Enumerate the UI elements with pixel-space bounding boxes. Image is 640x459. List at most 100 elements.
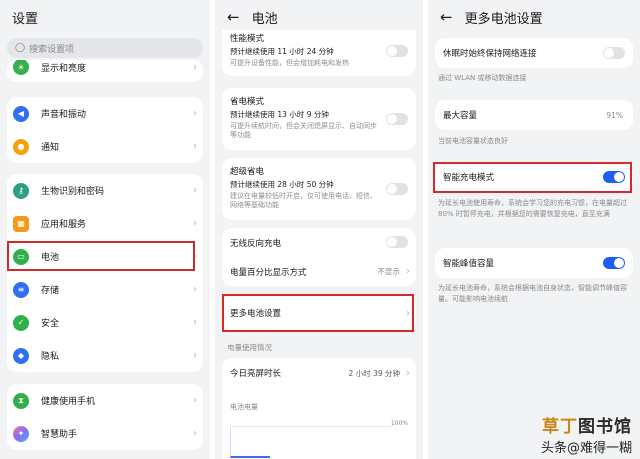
settings-panel: 设置 ◯ 搜索设置项 ☀ 显示和亮度 › ◀ 声音和振动 › ● 通知 › ⚷ … <box>0 0 210 459</box>
search-input[interactable]: ◯ 搜索设置项 <box>7 38 203 58</box>
chevron-right-icon: › <box>193 61 197 73</box>
more-battery-header: ← 更多电池设置 <box>428 0 640 34</box>
page-title: 电池 <box>251 11 278 27</box>
settings-item-label: 安全 <box>41 319 60 329</box>
performance-mode-toggle[interactable] <box>386 45 408 57</box>
smart-peak-row[interactable]: 智能峰值容量 <box>435 248 633 278</box>
settings-item-storage[interactable]: ≡ 存储 › <box>7 273 203 306</box>
settings-item-wellbeing[interactable]: ⧗ 健康使用手机 › <box>7 384 203 417</box>
chevron-right-icon: › <box>193 350 197 361</box>
setting-title: 省电模式 <box>230 97 265 107</box>
watermark-source: 头条@难得一糊 <box>540 441 632 456</box>
performance-mode-card: 性能模式 预计继续使用 11 小时 24 分钟 可提升设备性能，但会增加耗电和发… <box>222 30 416 76</box>
screen-time-value: 2 小时 39 分钟 <box>348 368 400 378</box>
sleep-network-description: 通过 WLAN 或移动数据连接 <box>438 74 527 82</box>
wireless-reverse-label: 无线反向充电 <box>230 238 282 249</box>
chevron-right-icon: › <box>193 395 197 406</box>
setting-estimate: 预计继续使用 28 小时 50 分钟 <box>230 180 334 189</box>
apps-icon: ▦ <box>13 215 29 232</box>
settings-item-notification[interactable]: ● 通知 › <box>7 130 203 163</box>
battery-percentage-row[interactable]: 电量百分比显示方式 不显示 › <box>222 257 416 286</box>
chevron-right-icon: › <box>406 266 410 277</box>
battery-percentage-label: 电量百分比显示方式 <box>230 267 307 278</box>
power-saving-card: 省电模式 预计继续使用 13 小时 9 分钟 可提升续航时间，但会关闭熄屏显示、… <box>222 88 416 150</box>
back-arrow-icon[interactable]: ← <box>440 8 453 26</box>
settings-item-privacy[interactable]: ◆ 隐私 › <box>7 339 203 372</box>
settings-item-biometrics[interactable]: ⚷ 生物识别和密码 › <box>7 174 203 207</box>
setting-estimate: 预计继续使用 11 小时 24 分钟 <box>230 47 334 56</box>
max-capacity-label: 最大容量 <box>443 111 478 121</box>
settings-item-label: 隐私 <box>41 352 60 362</box>
smart-peak-toggle[interactable] <box>603 257 625 269</box>
smart-charging-description: 为延长电池使用寿命，系统会学习您的充电习惯，在电量超过 80% 时暂停充电，并根… <box>438 199 627 218</box>
setting-description: 建议在电量较低时开启，仅可使用电话、短信、网络等基础功能 <box>230 192 377 210</box>
assistant-icon: ✦ <box>13 425 29 442</box>
setting-title: 超级省电 <box>230 167 265 177</box>
battery-highlight-box <box>7 241 195 271</box>
chevron-right-icon: › <box>193 108 197 119</box>
setting-description: 可提升设备性能，但会增加耗电和发热 <box>230 59 349 67</box>
speaker-icon: ◀ <box>13 105 29 122</box>
settings-item-label: 存储 <box>41 286 60 296</box>
smart-charging-highlight-box <box>433 162 632 193</box>
max-capacity-row: 最大容量 91% <box>435 100 633 130</box>
chevron-right-icon: › <box>193 218 197 229</box>
storage-icon: ≡ <box>13 281 29 298</box>
settings-card-health: ⧗ 健康使用手机 › ✦ 智慧助手 › <box>7 384 203 450</box>
search-placeholder: 搜索设置项 <box>29 44 75 55</box>
charging-options-card: 无线反向充电 电量百分比显示方式 不显示 › <box>222 228 416 286</box>
chevron-right-icon: › <box>193 185 197 196</box>
settings-card-display: ☀ 显示和亮度 › <box>7 60 203 82</box>
more-battery-panel: ← 更多电池设置 休眠时始终保持网络连接 通过 WLAN 或移动数据连接 最大容… <box>428 0 640 459</box>
usage-section-title: 电量使用情况 <box>227 343 272 352</box>
display-icon: ☀ <box>13 60 29 75</box>
capacity-status-description: 当前电池容量状态良好 <box>438 137 508 145</box>
privacy-shield-icon: ◆ <box>13 347 29 364</box>
key-icon: ⚷ <box>13 182 29 199</box>
chevron-right-icon: › <box>406 367 410 379</box>
settings-header: 设置 <box>0 0 210 34</box>
settings-item-label: 智慧助手 <box>41 430 78 440</box>
settings-item-display[interactable]: ☀ 显示和亮度 › <box>7 60 203 78</box>
hourglass-icon: ⧗ <box>13 392 29 409</box>
search-icon: ◯ <box>15 43 26 53</box>
screen-time-row[interactable]: 今日亮屏时长 2 小时 39 分钟 › <box>222 358 416 388</box>
chevron-right-icon: › <box>193 428 197 439</box>
settings-item-sound[interactable]: ◀ 声音和振动 › <box>7 97 203 130</box>
screenshot-root: 设置 ◯ 搜索设置项 ☀ 显示和亮度 › ◀ 声音和振动 › ● 通知 › ⚷ … <box>0 0 640 459</box>
smart-peak-label: 智能峰值容量 <box>443 259 495 269</box>
settings-item-label: 通知 <box>41 143 60 153</box>
settings-card-main: ⚷ 生物识别和密码 › ▦ 应用和服务 › ▭ 电池 › ≡ 存储 › ✓ 安全 <box>7 174 203 372</box>
wireless-reverse-row[interactable]: 无线反向充电 <box>222 228 416 257</box>
sleep-network-card: 休眠时始终保持网络连接 <box>435 38 633 68</box>
settings-item-label: 生物识别和密码 <box>41 187 105 197</box>
battery-panel: ← 电池 性能模式 预计继续使用 11 小时 24 分钟 可提升设备性能，但会增… <box>215 0 423 459</box>
sleep-network-label: 休眠时始终保持网络连接 <box>443 49 537 59</box>
ultra-saving-card: 超级省电 预计继续使用 28 小时 50 分钟 建议在电量较低时开启，仅可使用电… <box>222 158 416 220</box>
ultra-saving-toggle[interactable] <box>386 183 408 195</box>
sleep-network-toggle[interactable] <box>603 47 625 59</box>
settings-item-label: 健康使用手机 <box>41 397 96 407</box>
settings-card-sound: ◀ 声音和振动 › ● 通知 › <box>7 97 203 163</box>
page-title: 更多电池设置 <box>464 11 543 27</box>
back-arrow-icon[interactable]: ← <box>227 8 240 26</box>
battery-percentage-value: 不显示 <box>377 267 401 276</box>
bell-icon: ● <box>13 138 29 155</box>
max-capacity-card: 最大容量 91% <box>435 100 633 130</box>
page-title: 设置 <box>12 11 39 27</box>
setting-estimate: 预计继续使用 13 小时 9 分钟 <box>230 110 329 119</box>
sleep-network-row[interactable]: 休眠时始终保持网络连接 <box>435 38 633 68</box>
screen-time-label: 今日亮屏时长 <box>230 369 282 379</box>
settings-item-security[interactable]: ✓ 安全 › <box>7 306 203 339</box>
more-settings-highlight-box <box>222 294 414 332</box>
power-saving-toggle[interactable] <box>386 113 408 125</box>
settings-item-assistant[interactable]: ✦ 智慧助手 › <box>7 417 203 450</box>
wireless-reverse-toggle[interactable] <box>386 236 408 248</box>
chart-max-label: 100% <box>390 420 408 427</box>
setting-description: 可提升续航时间，但会关闭熄屏显示、自动同步等功能 <box>230 122 377 140</box>
shield-check-icon: ✓ <box>13 314 29 331</box>
settings-item-label: 声音和振动 <box>41 110 87 120</box>
settings-item-apps[interactable]: ▦ 应用和服务 › <box>7 207 203 240</box>
chart-gridline <box>230 426 392 427</box>
watermark: 草丁图书馆 头条@难得一糊 <box>541 412 632 456</box>
